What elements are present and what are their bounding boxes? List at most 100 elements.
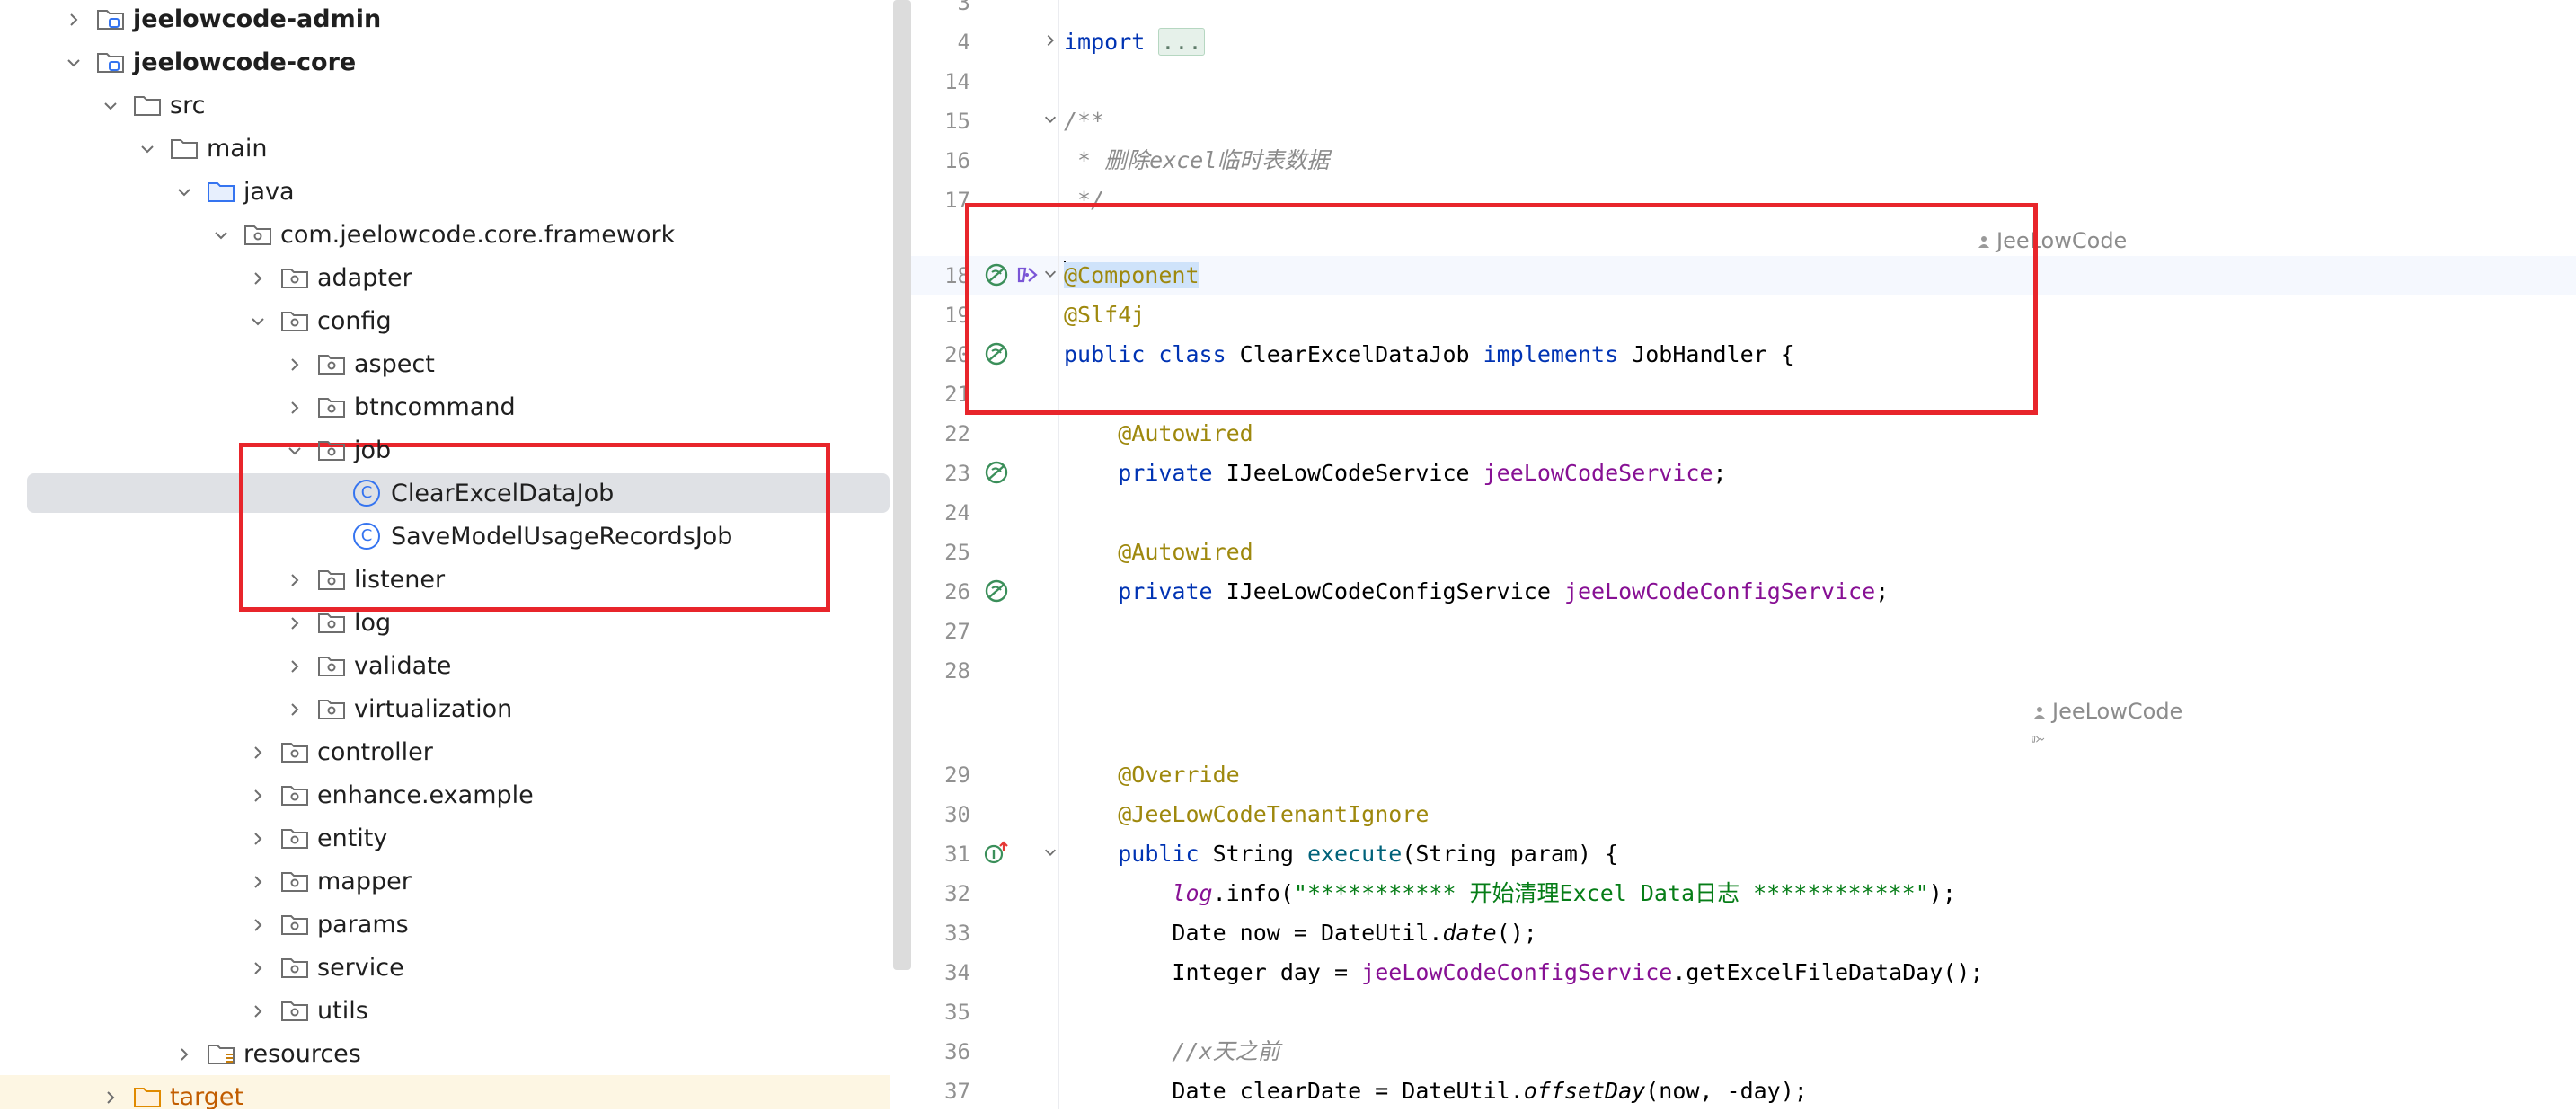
chevron-right-icon[interactable] <box>245 739 270 764</box>
tree-item-controller[interactable]: controller <box>0 730 890 773</box>
chevron-right-icon[interactable] <box>61 6 86 31</box>
code-line-24[interactable]: 24 <box>911 493 2576 533</box>
author-inlay-hint[interactable]: JeeLowCode <box>911 696 2576 727</box>
spring-component-icon[interactable] <box>1014 261 1040 288</box>
fold-collapse-icon[interactable] <box>1042 256 1060 295</box>
tree-item-entity[interactable]: entity <box>0 816 890 860</box>
inlay-actions[interactable] <box>911 723 2576 754</box>
line-number: 24 <box>944 500 970 525</box>
tree-item-listener[interactable]: listener <box>0 558 890 601</box>
chevron-right-icon[interactable] <box>245 825 270 851</box>
implements-icon[interactable] <box>983 840 1010 867</box>
tree-item-com-jeelowcode-core-framework[interactable]: com.jeelowcode.core.framework <box>0 213 890 256</box>
line-number: 37 <box>944 1079 970 1104</box>
chevron-down-icon[interactable] <box>245 308 270 333</box>
tree-item-virtualization[interactable]: virtualization <box>0 687 890 730</box>
code-line-25[interactable]: 25 @Autowired <box>911 533 2576 572</box>
chevron-right-icon[interactable] <box>245 869 270 894</box>
tree-item-utils[interactable]: utils <box>0 989 890 1032</box>
code-line-19[interactable]: 19 @Slf4j <box>911 295 2576 335</box>
chevron-right-icon[interactable] <box>282 567 307 592</box>
chevron-down-icon[interactable] <box>208 222 234 247</box>
chevron-down-icon[interactable] <box>61 49 86 75</box>
package-icon <box>279 954 310 981</box>
line-number: 22 <box>944 421 970 446</box>
tree-scrollbar[interactable] <box>893 0 911 970</box>
tree-item-enhance-example[interactable]: enhance.example <box>0 773 890 816</box>
code-line-14[interactable]: 14 <box>911 62 2576 101</box>
code-line-27[interactable]: 27 <box>911 612 2576 651</box>
line-number: 32 <box>944 881 970 906</box>
package-icon <box>316 695 347 722</box>
code-line-32[interactable]: 32 log.info("*********** 开始清理Excel Data日… <box>911 874 2576 913</box>
chevron-right-icon[interactable] <box>282 653 307 678</box>
folded-imports[interactable]: ... <box>1158 28 1205 56</box>
tree-item-mapper[interactable]: mapper <box>0 860 890 903</box>
tree-item-jeelowcode-core[interactable]: jeelowcode-core <box>0 40 890 84</box>
author-inlay-hint[interactable]: JeeLowCode <box>911 225 2576 256</box>
chevron-right-icon[interactable] <box>245 912 270 937</box>
code-line-16[interactable]: 16 * 删除excel临时表数据 <box>911 141 2576 181</box>
tree-item-savemodelusagerecordsjob[interactable]: C SaveModelUsageRecordsJob <box>0 515 890 558</box>
code-line-30[interactable]: 30 @JeeLowCodeTenantIgnore <box>911 795 2576 834</box>
tree-item-validate[interactable]: validate <box>0 644 890 687</box>
code-line-15[interactable]: 15 /** <box>911 101 2576 141</box>
fold-expand-icon[interactable] <box>1042 22 1060 62</box>
code-line-33[interactable]: 33 Date now = DateUtil.date(); <box>911 913 2576 953</box>
code-line-36[interactable]: 36 //x天之前 <box>911 1032 2576 1071</box>
tree-item-config[interactable]: config <box>0 299 890 342</box>
tree-item-adapter[interactable]: adapter <box>0 256 890 299</box>
tree-item-btncommand[interactable]: btncommand <box>0 385 890 428</box>
tree-item-resources[interactable]: resources <box>0 1032 890 1075</box>
tree-item-src[interactable]: src <box>0 84 890 127</box>
tree-item-clearexceldatajob[interactable]: C ClearExcelDataJob <box>0 472 890 515</box>
code-line-29[interactable]: 29 @Override <box>911 755 2576 795</box>
tree-item-service[interactable]: service <box>0 946 890 989</box>
chevron-right-icon[interactable] <box>245 955 270 980</box>
chevron-right-icon[interactable] <box>282 394 307 419</box>
code-editor[interactable]: 3 4 import ... 14 15/** 16 * 删除excel临时表数据 17 *… <box>911 0 2576 1109</box>
tree-item-jeelowcode-admin[interactable]: jeelowcode-admin <box>0 0 890 40</box>
chevron-down-icon[interactable] <box>135 136 160 161</box>
code-line-35[interactable]: 35 <box>911 992 2576 1032</box>
bean-icon[interactable] <box>983 340 1010 367</box>
fold-collapse-icon[interactable] <box>1042 101 1060 141</box>
chevron-right-icon[interactable] <box>98 1084 123 1109</box>
chevron-right-icon[interactable] <box>282 351 307 376</box>
package-icon <box>279 911 310 938</box>
chevron-down-icon[interactable] <box>98 93 123 118</box>
code-line-34[interactable]: 34 Integer day = jeeLowCodeConfigService… <box>911 953 2576 992</box>
bean-icon[interactable] <box>983 261 1010 288</box>
code-line-21[interactable]: 21 <box>911 375 2576 414</box>
chevron-right-icon[interactable] <box>172 1041 197 1066</box>
bean-icon[interactable] <box>983 459 1010 486</box>
tree-item-params[interactable]: params <box>0 903 890 946</box>
tree-item-target[interactable]: target <box>0 1075 890 1109</box>
chevron-right-icon[interactable] <box>245 265 270 290</box>
chevron-down-icon[interactable] <box>172 179 197 204</box>
tree-item-main[interactable]: main <box>0 127 890 170</box>
code-line-4[interactable]: 4 import ... <box>911 22 2576 62</box>
code-line-26[interactable]: 26 private IJeeLowCodeConfigService jeeL… <box>911 572 2576 612</box>
code-line-37[interactable]: 37 Date clearDate = DateUtil.offsetDay(n… <box>911 1071 2576 1111</box>
fold-collapse-icon[interactable] <box>1042 834 1060 874</box>
code-line-31[interactable]: 31 public String execute(String param) { <box>911 834 2576 874</box>
tree-item-aspect[interactable]: aspect <box>0 342 890 385</box>
tree-item-log[interactable]: log <box>0 601 890 644</box>
chevron-right-icon[interactable] <box>282 696 307 721</box>
chevron-right-icon[interactable] <box>282 610 307 635</box>
code-line-23[interactable]: 23 private IJeeLowCodeService jeeLowCode… <box>911 454 2576 493</box>
code-line-22[interactable]: 22 @Autowired <box>911 414 2576 454</box>
chevron-right-icon[interactable] <box>245 782 270 807</box>
tree-item-job[interactable]: job <box>0 428 890 472</box>
tree-item-java[interactable]: java <box>0 170 890 213</box>
chevron-down-icon[interactable] <box>282 437 307 463</box>
code-line-18[interactable]: 18 @Component <box>911 256 2576 295</box>
code-line-20[interactable]: 20 public class ClearExcelDataJob impleme… <box>911 335 2576 375</box>
bean-icon[interactable] <box>983 578 1010 604</box>
code-line-3[interactable]: 3 <box>911 0 2576 22</box>
code-line-17[interactable]: 17 */ <box>911 181 2576 220</box>
folder-icon <box>132 92 163 119</box>
code-line-28[interactable]: 28 <box>911 651 2576 691</box>
chevron-right-icon[interactable] <box>245 998 270 1023</box>
